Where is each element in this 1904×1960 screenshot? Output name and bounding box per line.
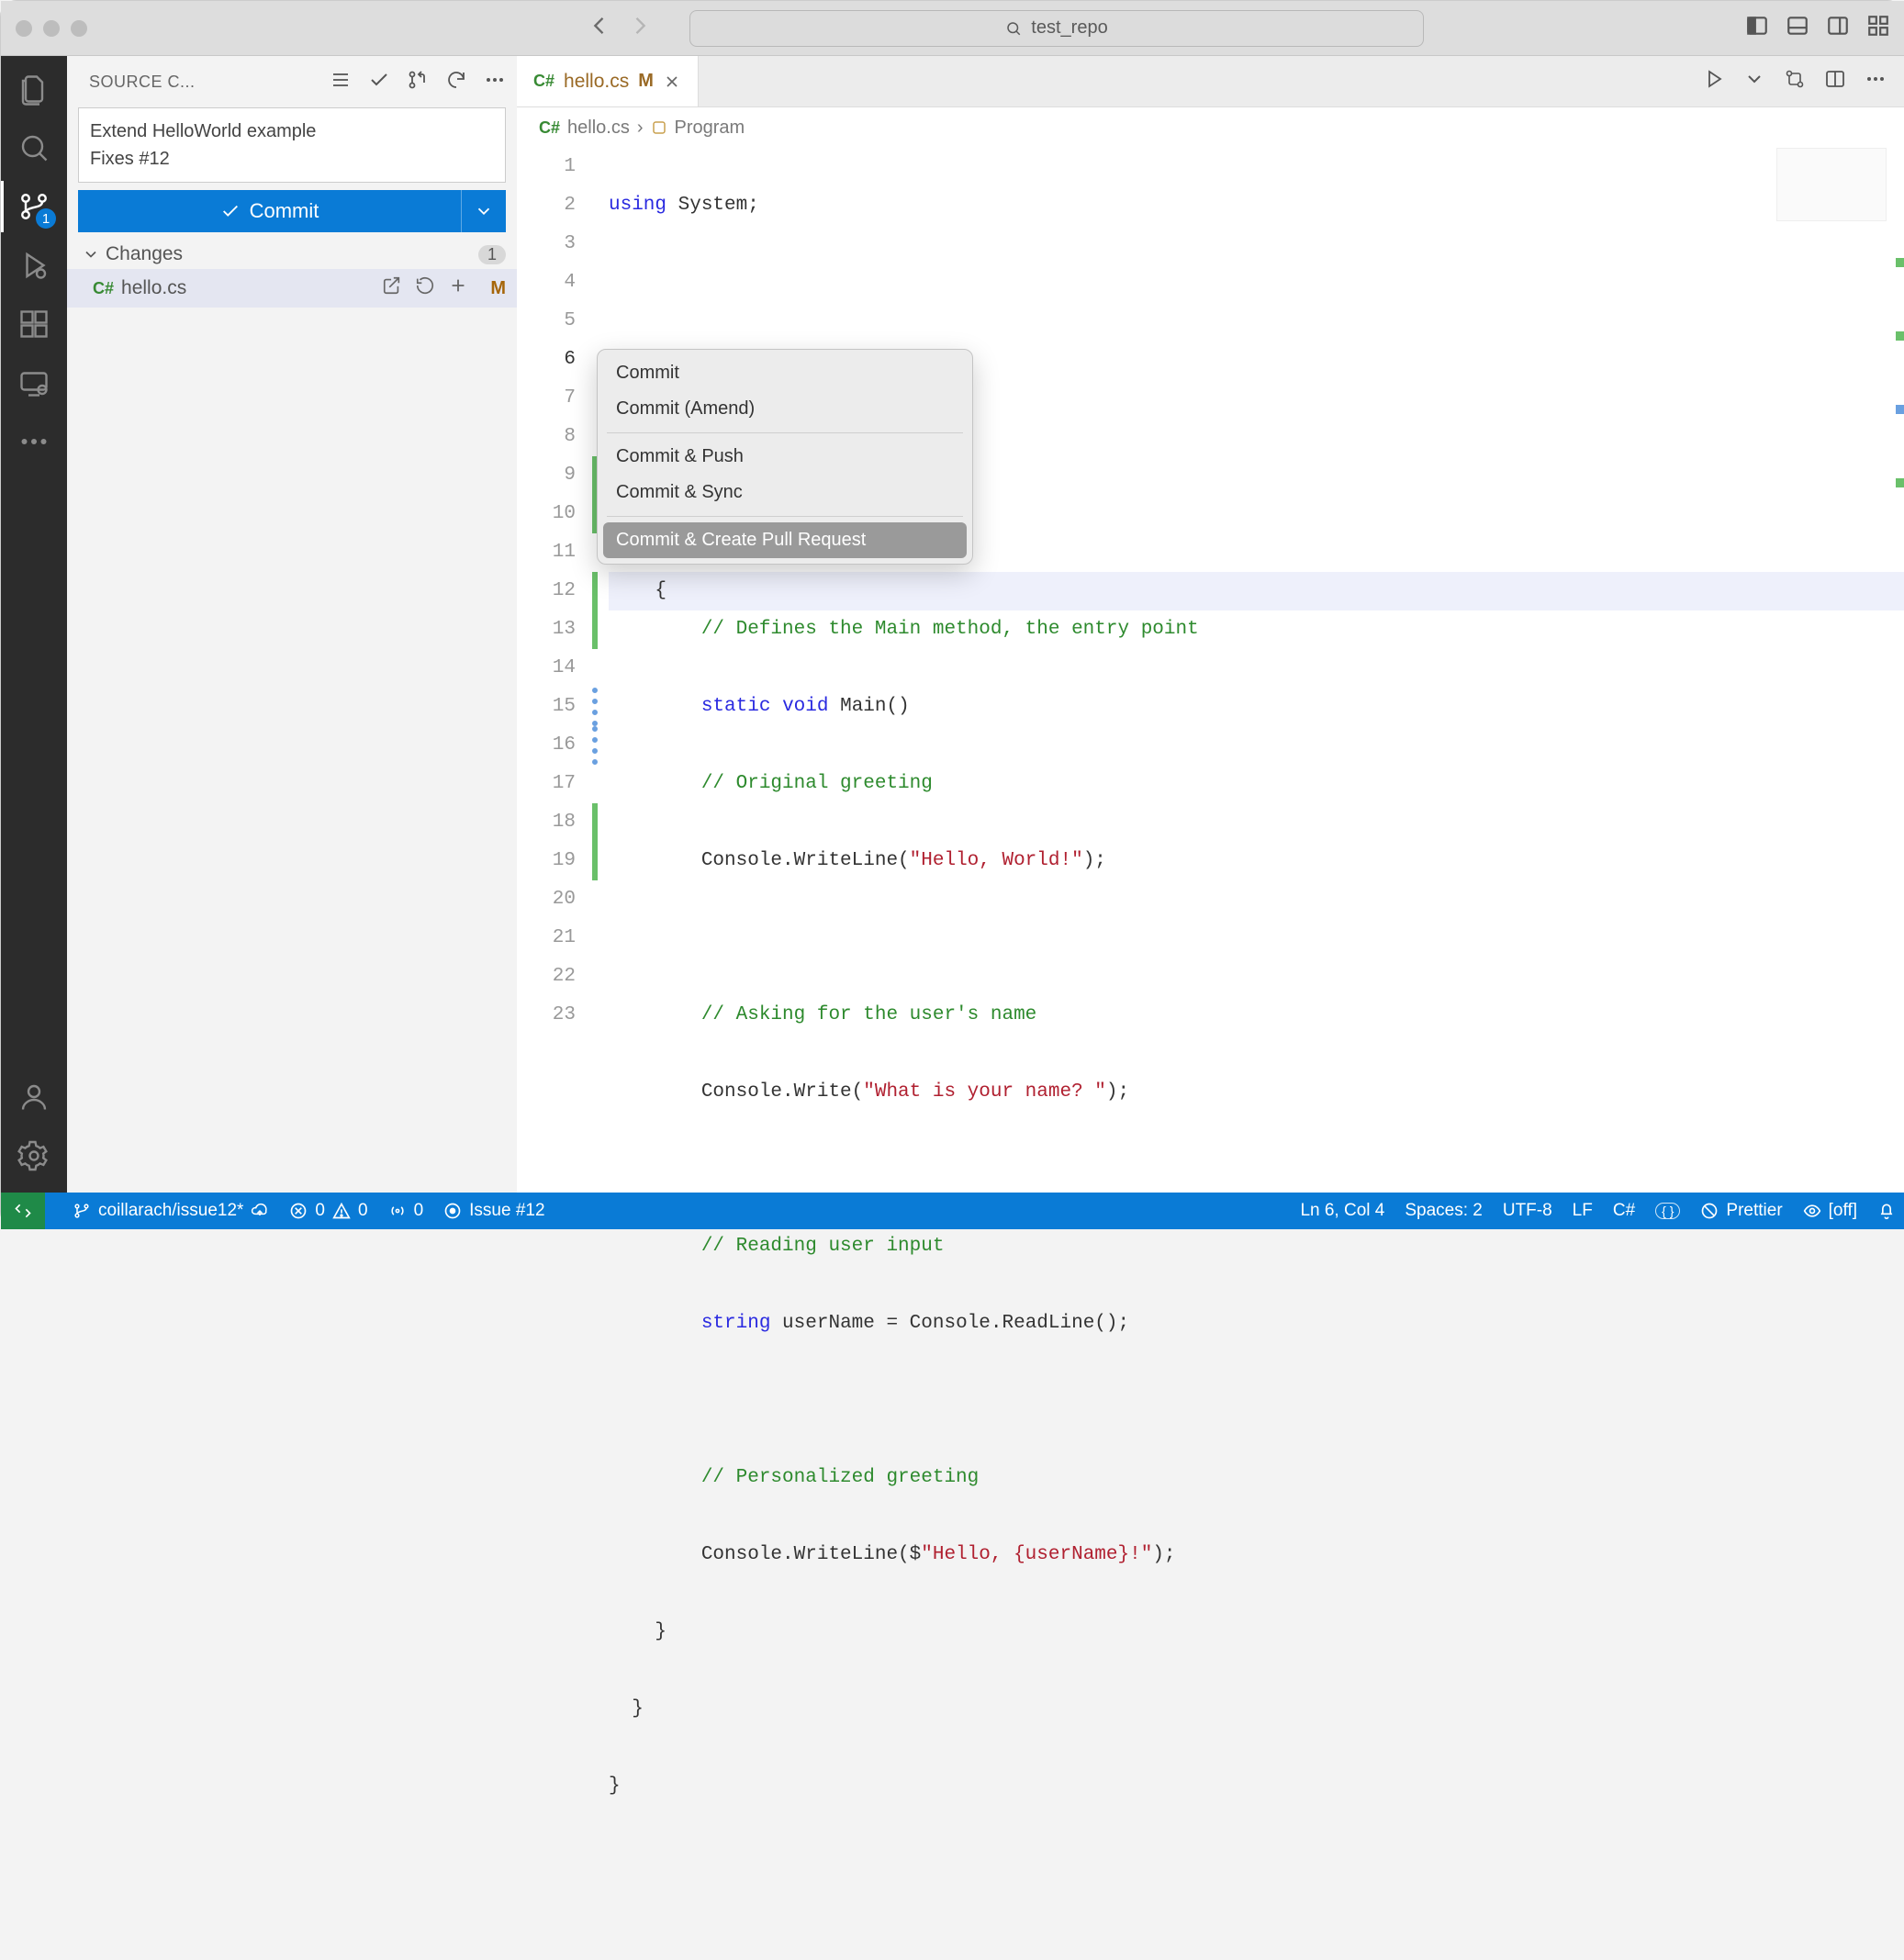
scm-badge: 1 [36,208,56,229]
ports-status[interactable]: 0 [388,1201,424,1221]
tab-filename: hello.cs [564,71,629,93]
check-icon [220,201,241,221]
menu-commit-pr[interactable]: Commit & Create Pull Request [603,522,967,558]
csharp-file-icon: C# [539,118,560,138]
more-icon[interactable] [484,69,506,95]
cloud-sync-icon [251,1202,269,1220]
activity-more[interactable] [14,421,54,462]
code-area[interactable]: 1234567891011121314151617181920212223 us… [517,148,1904,1193]
activity-account[interactable] [14,1077,54,1117]
layout-bottom-icon[interactable] [1786,14,1809,43]
close-icon[interactable] [663,73,681,91]
radio-icon [388,1202,407,1220]
view-as-tree-icon[interactable] [330,69,352,95]
traffic-max[interactable] [71,20,87,37]
compare-icon[interactable] [1784,68,1806,95]
breadcrumb[interactable]: C# hello.cs › Program [517,107,1904,148]
activity-debug[interactable] [14,245,54,286]
tab-status: M [638,71,654,92]
nav-buttons [587,13,653,44]
activity-extensions[interactable] [14,304,54,344]
linked-issue[interactable]: Issue #12 [443,1201,544,1221]
symbol-icon [651,119,667,136]
problems-status[interactable]: 0 0 [289,1201,367,1221]
changed-file-name: hello.cs [121,277,186,299]
remote-indicator[interactable] [1,1193,45,1229]
csharp-file-icon: C# [93,279,114,298]
commit-message-input[interactable]: Extend HelloWorld example Fixes #12 [78,107,506,183]
scm-title: SOURCE C... [89,73,227,92]
changes-count: 1 [478,245,506,264]
csharp-file-icon: C# [533,72,554,91]
open-file-icon[interactable] [382,275,402,301]
activity-remote[interactable] [14,363,54,403]
traffic-min[interactable] [43,20,60,37]
stage-icon[interactable] [448,275,468,301]
changed-file-row[interactable]: C# hello.cs M [67,269,517,308]
breadcrumb-symbol: Program [675,118,745,139]
layout-left-icon[interactable] [1745,14,1769,43]
breadcrumb-file: hello.cs [567,118,630,139]
traffic-close[interactable] [16,20,32,37]
split-editor-icon[interactable] [1824,68,1846,95]
refresh-icon[interactable] [445,69,467,95]
commit-button-label: Commit [250,199,319,223]
tab-hello[interactable]: C# hello.cs M [517,56,699,106]
tab-bar: C# hello.cs M [517,56,1904,107]
editor-more-icon[interactable] [1865,68,1887,95]
window-controls [16,20,87,37]
diff-gutter [590,148,599,1193]
file-status: M [490,278,506,299]
scm-panel: SOURCE C... Extend HelloWorld example Fi… [67,56,517,1193]
minimap[interactable] [1776,148,1887,221]
activity-bar: 1 [1,56,67,1193]
branch-name: coillarach/issue12* [98,1201,243,1221]
editor: C# hello.cs M C# hello.cs › Prog [517,56,1904,1193]
chevron-down-icon [82,245,100,263]
discard-icon[interactable] [415,275,435,301]
menu-commit-sync[interactable]: Commit & Sync [603,475,967,510]
command-center-text: test_repo [1031,17,1107,39]
run-chevron-icon[interactable] [1743,68,1765,95]
code-content[interactable]: using System; namespace HelloWorld { cla… [599,148,1904,1193]
activity-search[interactable] [14,128,54,168]
error-icon [289,1202,308,1220]
activity-settings[interactable] [14,1136,54,1176]
titlebar: test_repo [1,1,1904,56]
activity-explorer[interactable] [14,69,54,109]
remote-icon [14,1202,32,1220]
changes-group[interactable]: Changes 1 [67,240,517,269]
command-center[interactable]: test_repo [689,10,1424,47]
activity-source-control[interactable]: 1 [14,186,54,227]
search-icon [1005,20,1022,37]
run-icon[interactable] [1703,68,1725,95]
commit-dropdown-menu: Commit Commit (Amend) Commit & Push Comm… [597,349,973,565]
layout-customize-icon[interactable] [1866,14,1890,43]
line-numbers: 1234567891011121314151617181920212223 [517,148,590,1193]
issue-icon [443,1202,462,1220]
branch-icon [73,1202,91,1220]
create-pr-icon[interactable] [407,69,429,95]
overview-ruler[interactable] [1890,148,1904,1193]
chevron-down-icon [474,201,494,221]
menu-commit[interactable]: Commit [603,355,967,391]
nav-back[interactable] [587,13,612,44]
branch-status[interactable]: coillarach/issue12* [73,1201,269,1221]
nav-forward[interactable] [627,13,653,44]
warning-icon [332,1202,351,1220]
commit-button[interactable]: Commit [78,190,462,232]
menu-commit-push[interactable]: Commit & Push [603,439,967,475]
commit-split-dropdown[interactable] [462,190,506,232]
commit-check-icon[interactable] [368,69,390,95]
layout-right-icon[interactable] [1826,14,1850,43]
menu-commit-amend[interactable]: Commit (Amend) [603,391,967,427]
changes-label: Changes [106,243,183,265]
